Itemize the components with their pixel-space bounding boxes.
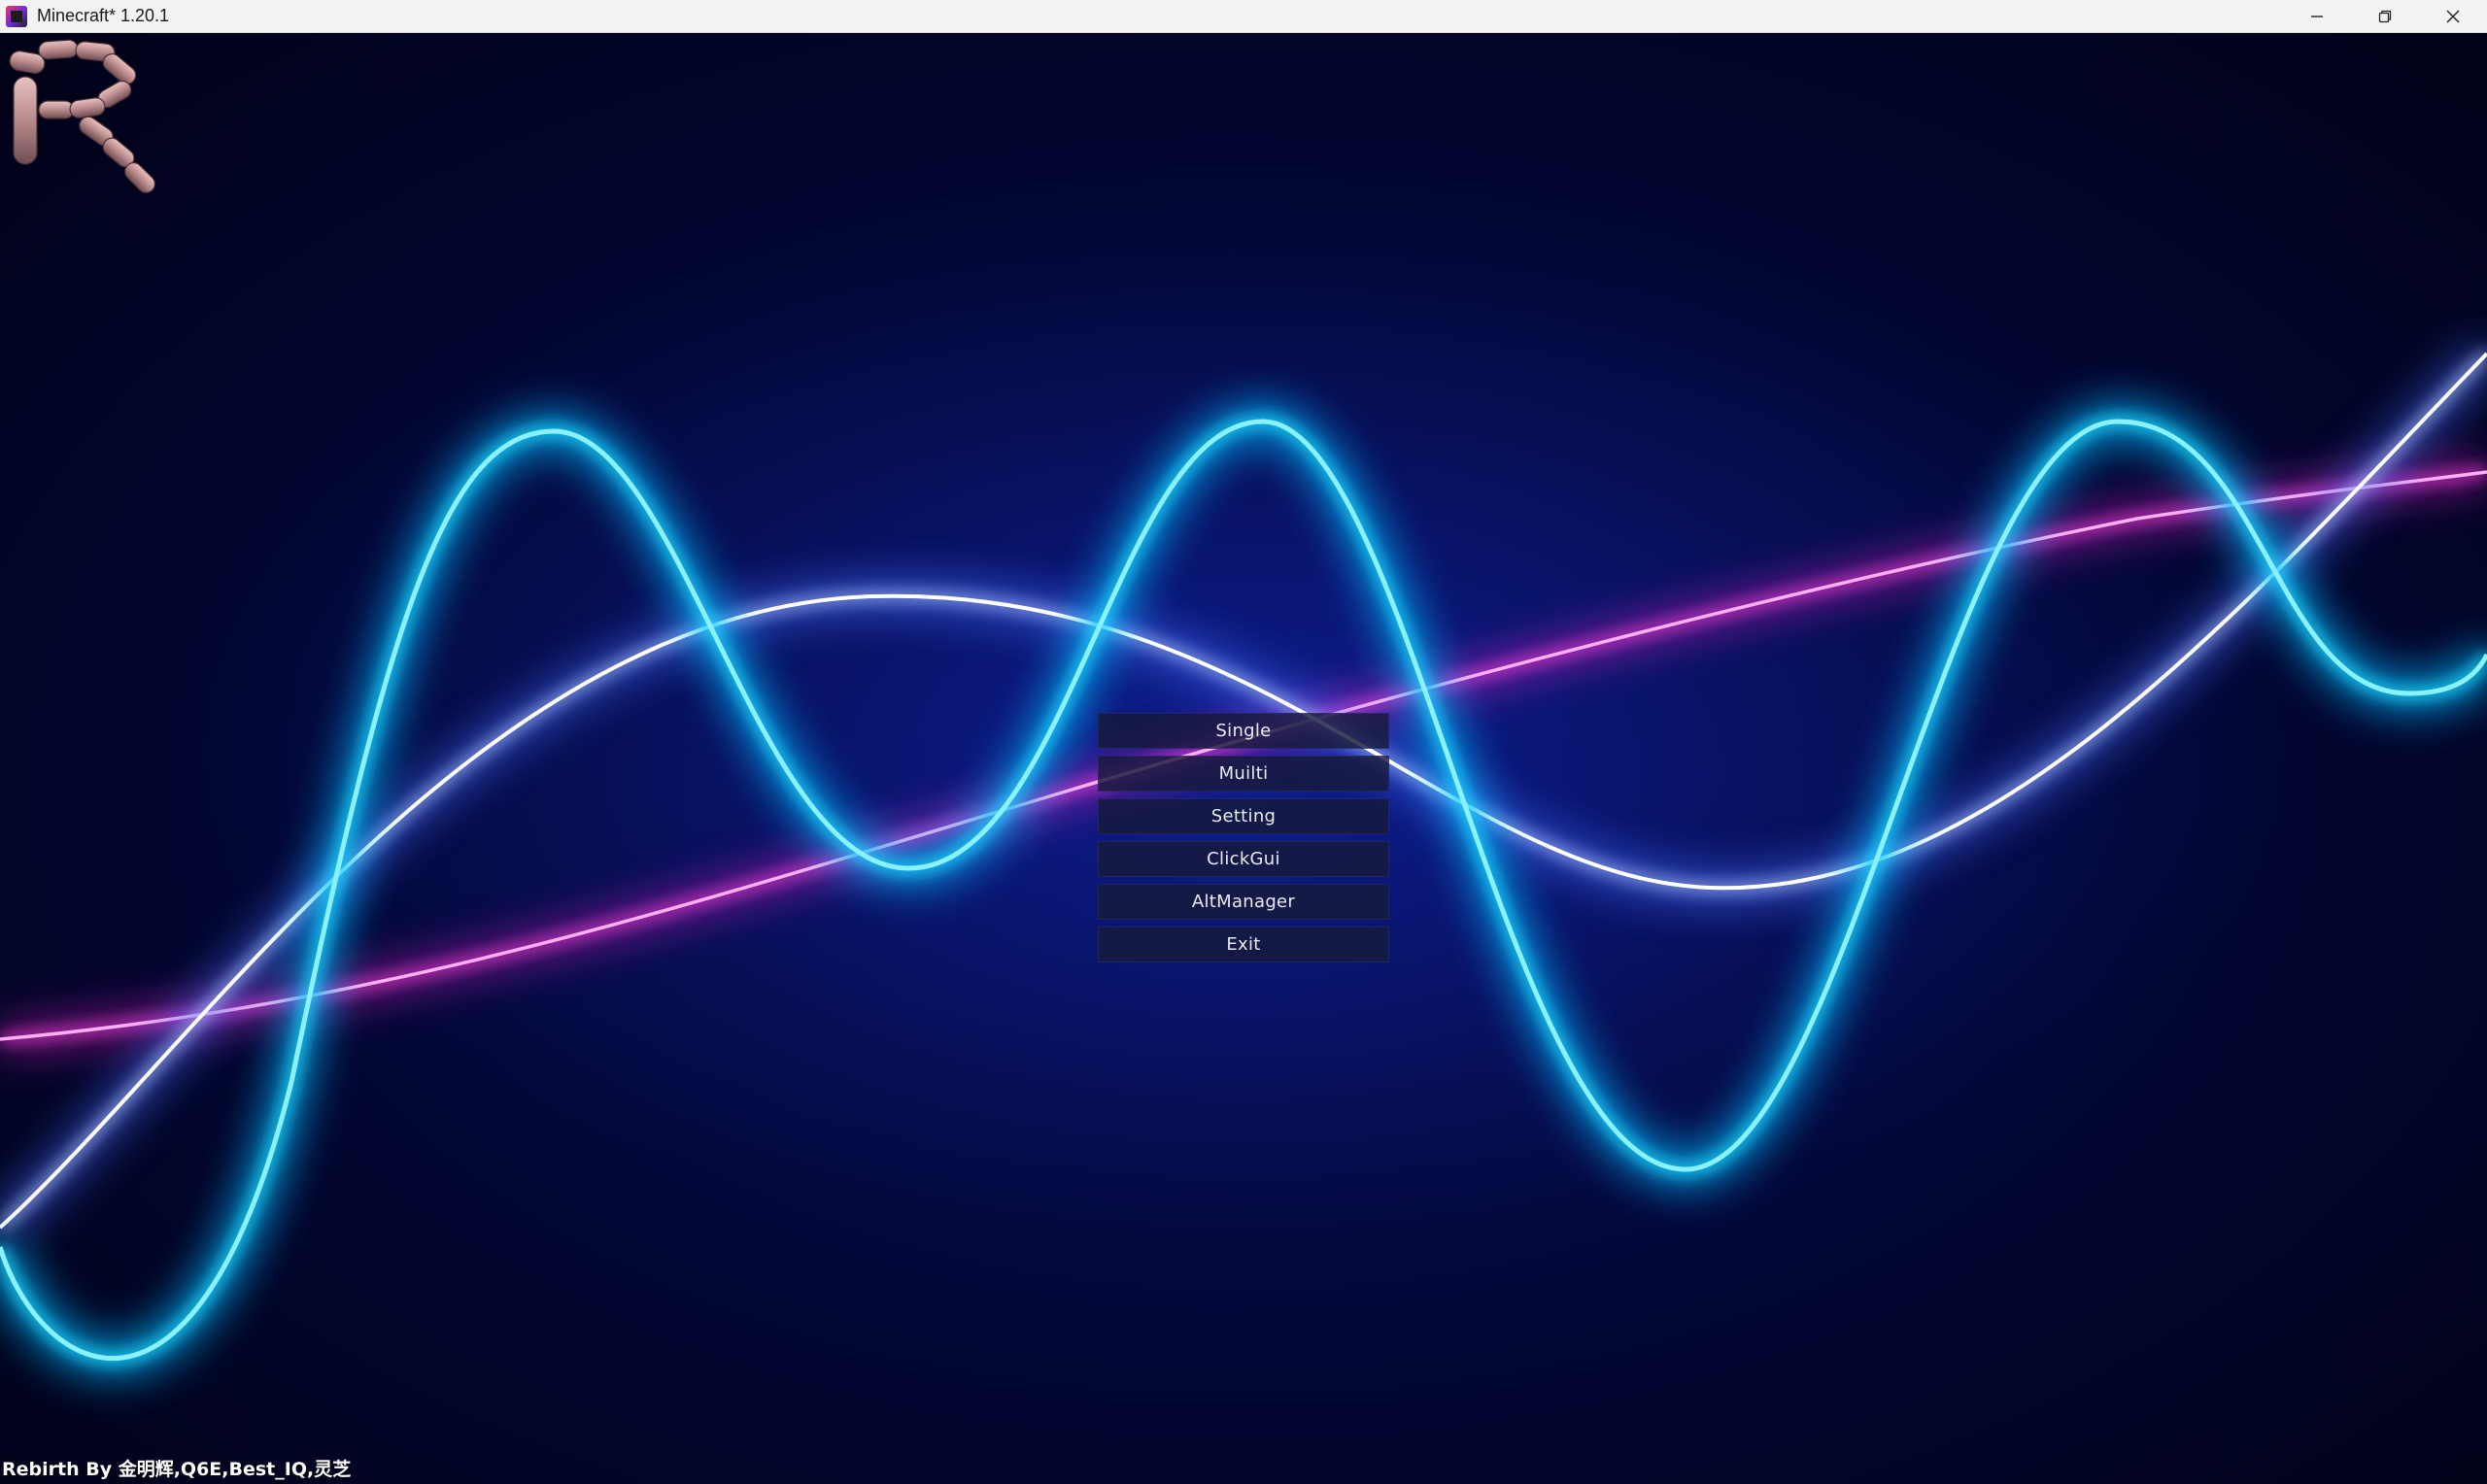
main-menu: Single Muilti Setting ClickGui AltManage… — [1098, 713, 1389, 962]
minimize-icon — [2311, 16, 2323, 17]
restore-icon — [2378, 10, 2392, 23]
credits-text: Rebirth By 金明辉,Q6E,Best_IQ,灵芝 — [2, 1459, 352, 1480]
close-button[interactable] — [2419, 0, 2487, 33]
minecraft-app-icon — [6, 5, 27, 27]
window-title: Minecraft* 1.20.1 — [37, 6, 170, 25]
altmanager-button[interactable]: AltManager — [1098, 884, 1389, 920]
restore-button[interactable] — [2351, 0, 2419, 33]
minimize-button[interactable] — [2283, 0, 2351, 33]
close-icon — [2446, 10, 2460, 23]
sausage-r-logo-icon — [9, 39, 155, 193]
settings-button[interactable]: Setting — [1098, 798, 1389, 834]
main-menu-background: Single Muilti Setting ClickGui AltManage… — [0, 33, 2487, 1484]
window-titlebar: Minecraft* 1.20.1 — [0, 0, 2487, 33]
exit-button[interactable]: Exit — [1098, 927, 1389, 962]
clickgui-button[interactable]: ClickGui — [1098, 841, 1389, 877]
multiplayer-button[interactable]: Muilti — [1098, 756, 1389, 792]
window-controls — [2283, 0, 2487, 33]
singleplayer-button[interactable]: Single — [1098, 713, 1389, 749]
